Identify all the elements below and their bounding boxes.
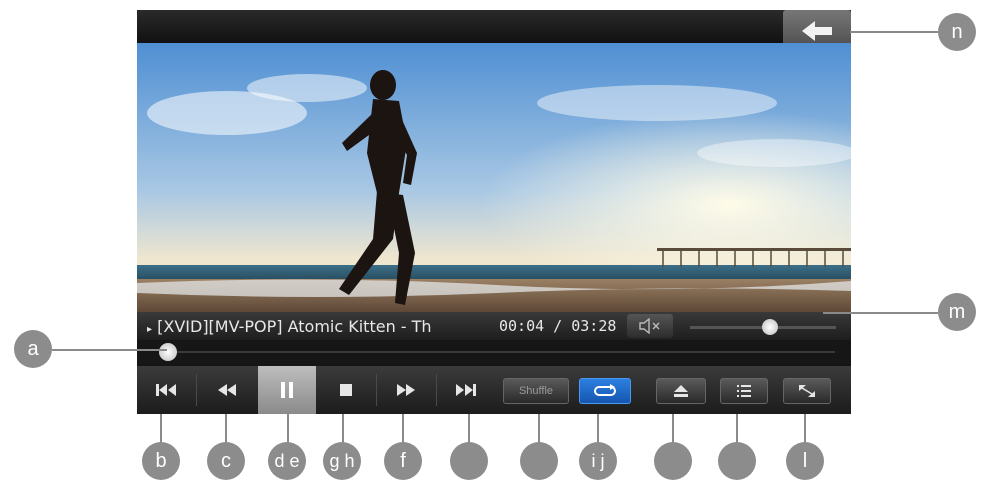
rewind-icon (218, 384, 236, 396)
fullscreen-button[interactable] (783, 378, 831, 404)
callout-a: a (14, 330, 52, 368)
play-indicator-icon: ▸ (147, 324, 153, 335)
pause-button[interactable] (258, 366, 316, 414)
repeat-button[interactable] (579, 378, 631, 404)
eject-icon (674, 385, 688, 397)
video-image (137, 43, 851, 313)
shuffle-button[interactable]: Shuffle (503, 378, 569, 404)
video-frame[interactable] (137, 43, 851, 313)
playlist-button[interactable] (720, 378, 768, 404)
seek-knob[interactable] (159, 343, 178, 361)
speaker-mute-icon (639, 318, 660, 334)
playlist-icon (737, 385, 751, 397)
seek-row (137, 340, 851, 364)
control-bar: Shuffle (137, 366, 851, 414)
top-bar (137, 10, 851, 43)
seek-bar[interactable] (159, 343, 835, 361)
skip-next-icon (456, 384, 476, 396)
time-display: 00:04 / 03:28 (499, 317, 617, 335)
fast-forward-button[interactable] (377, 366, 435, 414)
callout-g: g h (323, 442, 361, 480)
fullscreen-icon (799, 385, 815, 397)
callout-b: b (142, 442, 180, 480)
now-playing-title: ▸ [XVID][MV-POP] Atomic Kitten - Th (147, 317, 432, 336)
mute-button[interactable] (627, 314, 673, 338)
callout-blank-3 (654, 442, 692, 480)
volume-slider[interactable] (690, 319, 836, 335)
stop-icon (340, 384, 352, 396)
callout-d: d e (268, 442, 306, 480)
callout-line-a (52, 349, 167, 351)
repeat-icon (594, 384, 616, 396)
callout-line-n (850, 31, 938, 33)
pause-icon (281, 382, 293, 398)
skip-previous-icon (156, 384, 176, 396)
info-bar: ▸ [XVID][MV-POP] Atomic Kitten - Th 00:0… (137, 312, 851, 340)
shuffle-label: Shuffle (518, 385, 554, 397)
callout-blank-1 (450, 442, 488, 480)
next-button[interactable] (437, 366, 495, 414)
callout-l: l (786, 442, 824, 480)
volume-knob[interactable] (762, 319, 779, 335)
back-arrow-icon (802, 21, 832, 41)
rewind-button[interactable] (197, 366, 257, 414)
callout-blank-4 (718, 442, 756, 480)
media-player: ▸ [XVID][MV-POP] Atomic Kitten - Th 00:0… (137, 10, 851, 414)
callout-f: f (384, 442, 422, 480)
eject-button[interactable] (656, 378, 706, 404)
callout-i: i j (579, 442, 617, 480)
callout-line-m (823, 312, 938, 314)
callout-n: n (938, 13, 976, 51)
previous-button[interactable] (137, 366, 195, 414)
callout-m: m (938, 293, 976, 331)
callout-c: c (207, 442, 245, 480)
callout-blank-2 (520, 442, 558, 480)
fast-forward-icon (397, 384, 415, 396)
stop-button[interactable] (317, 366, 375, 414)
